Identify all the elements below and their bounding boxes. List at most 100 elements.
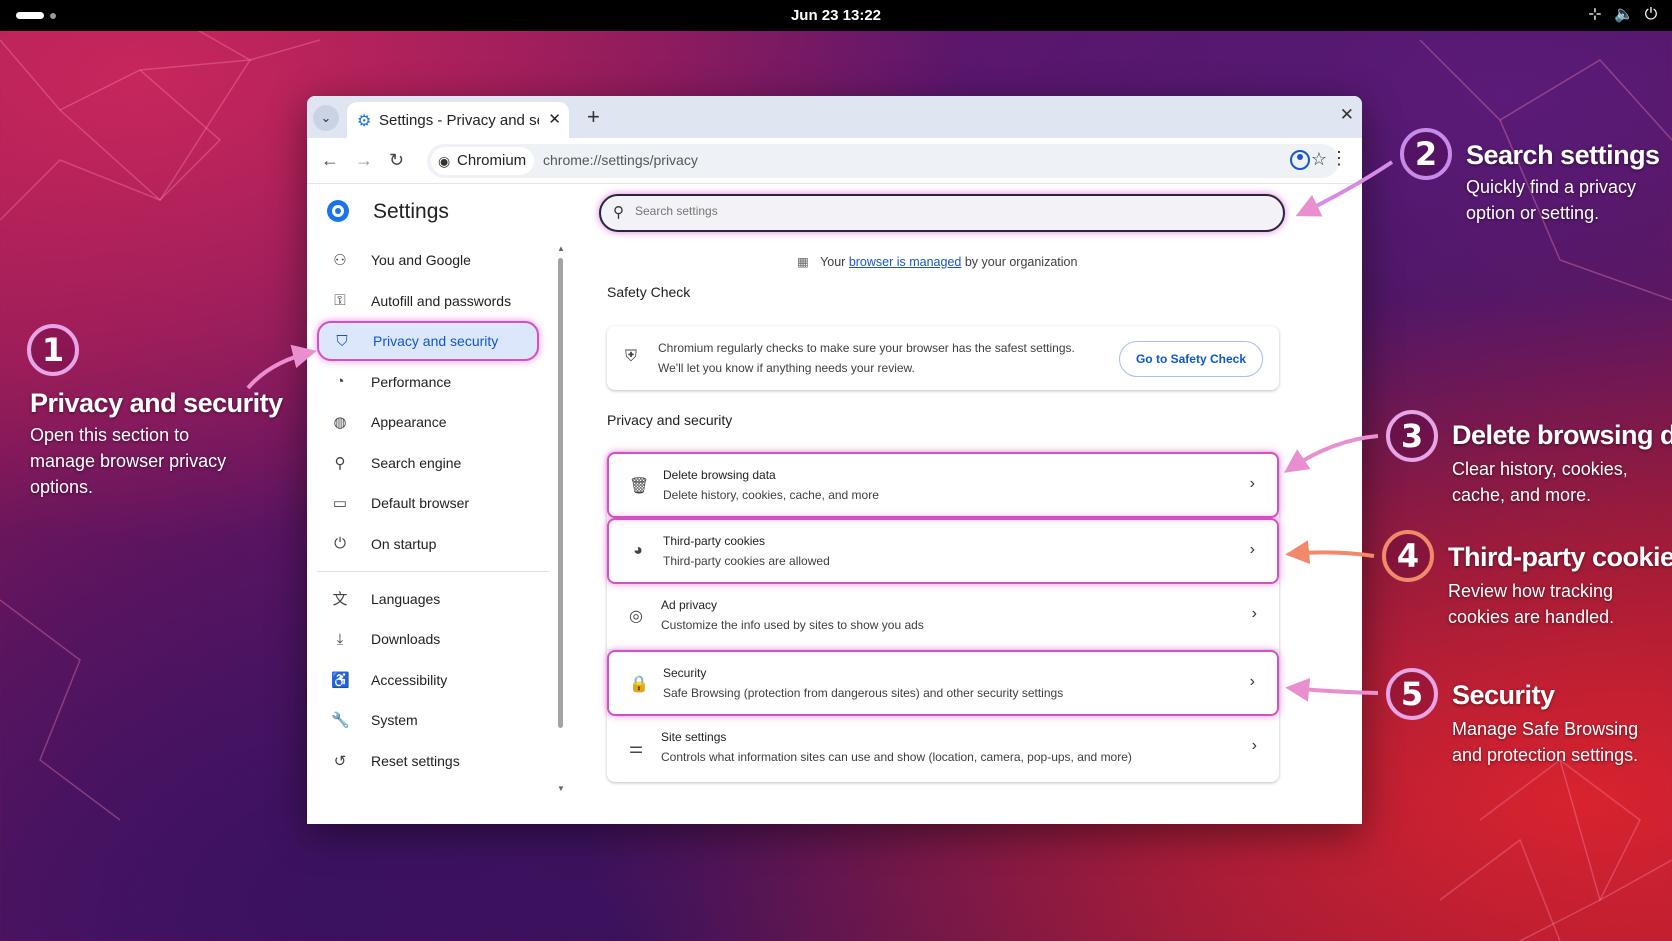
tab-title: Settings - Privacy and se <box>379 112 539 129</box>
power-icon: ⏻ <box>334 535 346 552</box>
search-settings-box[interactable]: ⚲ <box>599 194 1285 232</box>
url-text[interactable]: chrome://settings/privacy <box>543 152 698 168</box>
chevron-right-icon: › <box>1249 541 1255 558</box>
row-desc: Customize the info used by sites to show… <box>661 618 924 632</box>
row-delete-browsing-data[interactable]: 🗑 Delete browsing data Delete history, c… <box>607 452 1279 518</box>
search-icon: ⚲ <box>613 204 624 221</box>
safety-check-heading: Safety Check <box>607 284 691 300</box>
callout-desc: options. <box>30 477 94 497</box>
row-desc: Delete history, cookies, cache, and more <box>663 488 879 502</box>
scroll-up-arrow-icon[interactable]: ▲ <box>557 244 565 253</box>
palette-icon: ◍ <box>333 414 347 431</box>
scrollbar-thumb[interactable] <box>558 258 563 728</box>
reload-icon[interactable]: ↻ <box>389 150 404 171</box>
menu-kebab-icon[interactable]: ⋮ <box>1330 148 1348 169</box>
new-tab-button[interactable]: + <box>587 104 600 130</box>
sidebar-item-label: Downloads <box>371 631 441 647</box>
settings-page: Settings ⚇ You and Google ⚿ Autofill and… <box>307 184 1362 824</box>
accessibility-icon: ♿ <box>331 671 350 689</box>
scroll-down-arrow-icon[interactable]: ▼ <box>557 784 565 793</box>
clock[interactable]: Jun 23 13:22 <box>0 7 1672 24</box>
chromium-logo-icon: ◉ <box>438 153 451 169</box>
privacy-heading: Privacy and security <box>607 412 733 428</box>
search-icon: ⚲ <box>334 454 346 472</box>
row-desc: Safe Browsing (protection from dangerous… <box>663 686 1064 700</box>
row-ad-privacy[interactable]: ◎ Ad privacy Customize the info used by … <box>607 584 1279 650</box>
sidebar-item-system[interactable]: 🔧 System <box>317 700 539 740</box>
sidebar-item-autofill[interactable]: ⚿ Autofill and passwords <box>317 281 539 321</box>
profile-avatar-icon[interactable] <box>1290 150 1310 170</box>
browser-window: ⌄ ⚙ Settings - Privacy and se ✕ + ✕ ← → … <box>307 96 1362 824</box>
sidebar-item-search-engine[interactable]: ⚲ Search engine <box>317 443 539 483</box>
callout-title: Security <box>1452 680 1555 710</box>
managed-prefix: Your <box>820 255 846 269</box>
bookmark-star-icon[interactable]: ☆ <box>1311 149 1327 170</box>
callout-desc: cache, and more. <box>1452 485 1592 505</box>
safety-check-card: ⛨ Chromium regularly checks to make sure… <box>607 326 1279 390</box>
volume-icon[interactable]: 🔈 <box>1614 6 1634 24</box>
sidebar-item-languages[interactable]: 文 Languages <box>317 579 539 619</box>
row-site-settings[interactable]: ⚌ Site settings Controls what informatio… <box>607 716 1279 782</box>
tab-close-icon[interactable]: ✕ <box>548 110 561 128</box>
row-title: Ad privacy <box>661 598 718 612</box>
sidebar-item-you-and-google[interactable]: ⚇ You and Google <box>317 240 539 280</box>
sidebar-item-label: You and Google <box>371 252 471 268</box>
row-third-party-cookies[interactable]: ◕ Third-party cookies Third-party cookie… <box>607 518 1279 584</box>
sidebar-scrollbar[interactable]: ▲ ▼ <box>557 244 565 793</box>
go-to-safety-check-button[interactable]: Go to Safety Check <box>1118 341 1263 377</box>
tab-settings[interactable]: ⚙ Settings - Privacy and se ✕ <box>347 102 569 138</box>
settings-logo-icon <box>327 200 349 222</box>
system-tray[interactable]: ⊹ 🔈 ⏻ <box>1586 6 1660 24</box>
sidebar-item-label: Languages <box>371 590 441 607</box>
sidebar-item-on-startup[interactable]: ⏻ On startup <box>317 524 539 564</box>
site-info-chip[interactable]: ◉ Chromium <box>431 147 535 175</box>
sidebar-item-privacy[interactable]: ⛉ Privacy and security <box>317 321 539 361</box>
managed-suffix: by your organization <box>964 255 1078 269</box>
sidebar-item-reset[interactable]: ↺ Reset settings <box>317 741 539 781</box>
wrench-icon: 🔧 <box>331 712 350 729</box>
tab-strip: ⌄ ⚙ Settings - Privacy and se ✕ + ✕ <box>307 96 1362 138</box>
close-window-button[interactable]: ✕ <box>1340 105 1354 125</box>
address-bar[interactable]: ◉ Chromium chrome://settings/privacy ☆ <box>427 144 1339 178</box>
callout-desc: Open this section to <box>30 425 190 445</box>
chip-label: Chromium <box>457 152 527 169</box>
sliders-icon: ⚌ <box>628 740 644 757</box>
forward-arrow-icon[interactable]: → <box>355 150 373 171</box>
building-icon: ▦ <box>797 255 809 269</box>
chevron-down-icon: ⌄ <box>320 110 332 125</box>
row-title: Site settings <box>661 730 727 744</box>
sidebar-item-downloads[interactable]: ⤓ Downloads <box>317 619 539 659</box>
callout-desc: manage browser privacy <box>30 451 227 471</box>
managed-link[interactable]: browser is managed <box>849 255 962 269</box>
sidebar-item-appearance[interactable]: ◍ Appearance <box>317 402 539 442</box>
back-arrow-icon[interactable]: ← <box>321 150 339 171</box>
row-title: Third-party cookies <box>663 534 766 548</box>
sidebar-item-default-browser[interactable]: ▭ Default browser <box>317 483 539 523</box>
sidebar-item-performance[interactable]: ◔ Performance <box>317 362 539 402</box>
callout-number: 5 <box>1386 668 1438 720</box>
callout-desc: Manage Safe Browsing <box>1452 719 1639 739</box>
managed-notice: ▦ Your browser is managed by your organi… <box>797 254 1077 269</box>
callout-desc: Review how tracking <box>1448 581 1614 601</box>
tab-search-dropdown[interactable]: ⌄ <box>313 105 339 131</box>
callout-desc: option or setting. <box>1466 203 1600 223</box>
sidebar-item-label: Accessibility <box>371 671 448 688</box>
sidebar-item-label: Appearance <box>371 414 447 430</box>
callout-number: 3 <box>1386 410 1438 462</box>
translate-icon: 文 <box>332 591 348 608</box>
chevron-right-icon: › <box>1249 475 1255 492</box>
row-title: Delete browsing data <box>663 468 776 482</box>
sidebar-item-label: On startup <box>371 535 437 552</box>
network-icon[interactable]: ⊹ <box>1586 6 1604 24</box>
ad-privacy-icon: ◎ <box>629 608 643 625</box>
settings-sidebar: ⚇ You and Google ⚿ Autofill and password… <box>317 240 549 781</box>
callout-title: Delete browsing data <box>1452 420 1672 450</box>
sidebar-item-accessibility[interactable]: ♿ Accessibility <box>317 660 539 700</box>
reset-icon: ↺ <box>333 752 347 770</box>
key-icon: ⚿ <box>334 292 346 309</box>
callout-desc: Quickly find a privacy <box>1466 177 1637 197</box>
row-security[interactable]: 🔒 Security Safe Browsing (protection fro… <box>607 650 1279 716</box>
search-input[interactable] <box>635 204 1235 218</box>
callout-number: 4 <box>1382 530 1434 582</box>
power-icon[interactable]: ⏻ <box>1642 6 1660 24</box>
